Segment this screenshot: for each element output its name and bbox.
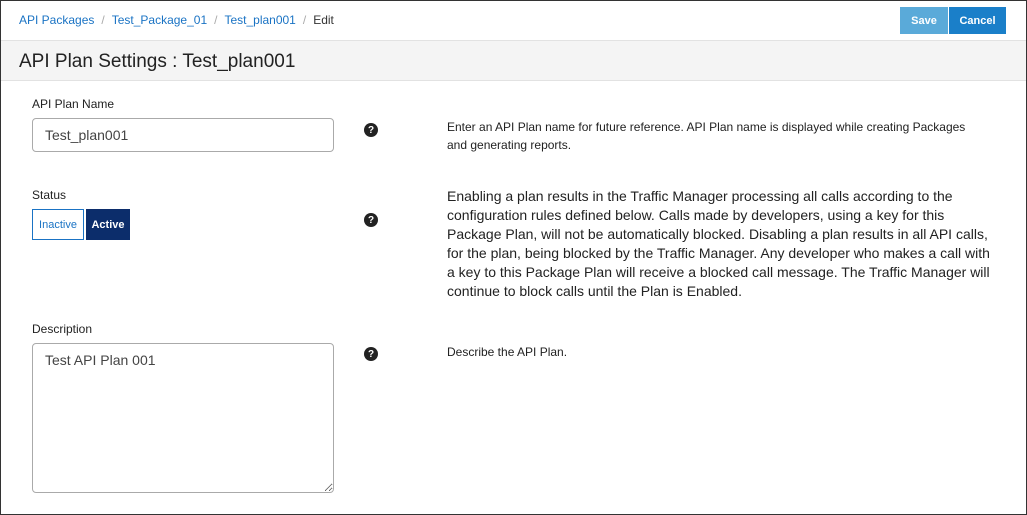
question-circle-icon[interactable]: ? — [364, 347, 378, 361]
status-label: Status — [32, 188, 67, 202]
breadcrumb-current: Edit — [313, 13, 334, 27]
save-button[interactable]: Save — [900, 7, 948, 34]
breadcrumb-plan[interactable]: Test_plan001 — [224, 13, 295, 27]
status-help-text: Enabling a plan results in the Traffic M… — [447, 188, 990, 299]
cancel-button[interactable]: Cancel — [949, 7, 1006, 34]
page-title: API Plan Settings : Test_plan001 — [19, 51, 296, 72]
description-help-text: Describe the API Plan. — [447, 345, 568, 359]
description-textarea[interactable]: Test API Plan 001 — [32, 343, 334, 493]
status-inactive-button[interactable]: Inactive — [32, 209, 84, 240]
breadcrumb: API Packages / Test_Package_01 / Test_pl… — [19, 13, 334, 27]
question-circle-icon[interactable]: ? — [364, 213, 378, 227]
breadcrumb-package[interactable]: Test_Package_01 — [112, 13, 207, 27]
status-active-button[interactable]: Active — [86, 209, 130, 240]
breadcrumb-api-packages[interactable]: API Packages — [19, 13, 94, 27]
plan-name-input[interactable] — [32, 118, 334, 152]
description-label: Description — [32, 322, 93, 336]
plan-name-label: API Plan Name — [32, 97, 115, 111]
breadcrumb-separator: / — [101, 13, 105, 27]
breadcrumb-separator: / — [214, 13, 218, 27]
breadcrumb-separator: / — [302, 13, 307, 27]
question-circle-icon[interactable]: ? — [364, 123, 378, 137]
page-header: API Plan Settings : Test_plan001 — [1, 40, 1026, 81]
api-plan-settings-page: API Packages / Test_Package_01 / Test_pl… — [0, 0, 1027, 515]
plan-name-help-text: Enter an API Plan name for future refere… — [447, 120, 966, 152]
top-bar: API Packages / Test_Package_01 / Test_pl… — [1, 1, 1026, 40]
